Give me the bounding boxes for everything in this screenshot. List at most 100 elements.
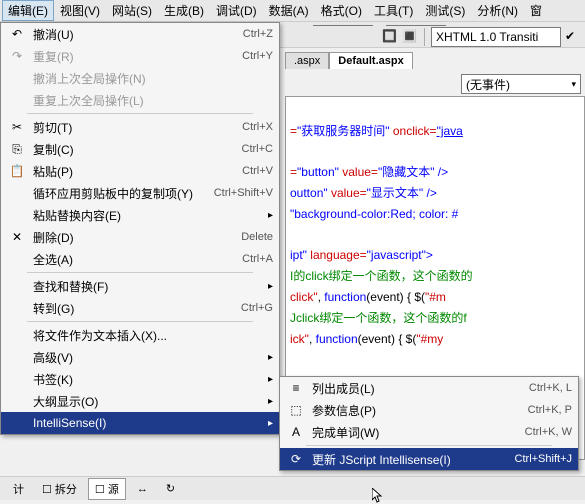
menu-item: ↷ 重复(R) Ctrl+Y (1, 45, 279, 67)
view-tab[interactable]: ☐ 源 (88, 478, 126, 500)
menu-item[interactable]: 书签(K)▸ (1, 368, 279, 390)
intellisense-submenu: ≡ 列出成员(L) Ctrl+K, L ⬚参数信息(P)Ctrl+K, P A 完成单词(… (279, 376, 579, 471)
menu-item[interactable]: 高级(V)▸ (1, 346, 279, 368)
menubar-item[interactable]: 格式(O) (315, 0, 368, 21)
menu-item[interactable]: ⟳ 更新 JScript Intellisense(I) Ctrl+Shift+J (280, 448, 578, 470)
menu-icon: 📋 (7, 163, 27, 179)
menu-item[interactable]: 全选(A) Ctrl+A (1, 248, 279, 270)
tool-icon[interactable]: 🔳 (402, 29, 418, 45)
menubar-item[interactable]: 网站(S) (106, 0, 158, 21)
menu-item[interactable]: ⎘复制(C)Ctrl+C (1, 138, 279, 160)
menu-icon: ⟳ (286, 451, 306, 467)
menu-icon (7, 327, 27, 343)
menu-icon (7, 300, 27, 316)
submenu-arrow-icon: ▸ (268, 396, 273, 407)
menu-icon (7, 415, 27, 431)
event-dropdown[interactable]: (无事件)▾ (461, 74, 581, 94)
menu-icon: ↶ (7, 26, 27, 42)
menu-label: 撤消上次全局操作(N) (33, 70, 273, 87)
menubar-item[interactable]: 测试(S) (419, 0, 471, 21)
menu-label: 书签(K) (33, 371, 268, 388)
menu-item: 撤消上次全局操作(N) (1, 67, 279, 89)
menu-item[interactable]: 将文件作为文本插入(X)... (1, 324, 279, 346)
document-tab[interactable]: .aspx (285, 52, 329, 69)
menu-shortcut: Ctrl+K, L (529, 382, 572, 394)
menu-shortcut: Ctrl+Y (242, 50, 273, 62)
menu-label: 完成单词(W) (312, 424, 515, 441)
menubar-item[interactable]: 工具(T) (368, 0, 419, 21)
menubar-item[interactable]: 编辑(E) (2, 0, 54, 21)
menubar-item[interactable]: 调试(D) (210, 0, 263, 21)
view-tab-icon[interactable]: ↻ (159, 479, 182, 498)
menu-item[interactable]: 大纲显示(O)▸ (1, 390, 279, 412)
tool-icon[interactable]: 🔲 (382, 29, 398, 45)
menu-item[interactable]: ✕ 删除(D) Delete (1, 226, 279, 248)
menu-icon: ↷ (7, 48, 27, 64)
menu-shortcut: Ctrl+K, W (525, 426, 572, 438)
menu-item[interactable]: 查找和替换(F)▸ (1, 275, 279, 297)
menu-icon: A (286, 424, 306, 440)
menu-shortcut: Ctrl+A (242, 253, 273, 265)
menu-item: 重复上次全局操作(L) (1, 89, 279, 111)
view-tab[interactable]: 计 (6, 478, 31, 500)
menu-label: 转到(G) (33, 300, 231, 317)
menu-shortcut: Ctrl+C (242, 143, 273, 155)
edit-menu: ↶撤消(U)Ctrl+Z ↷ 重复(R) Ctrl+Y 撤消上次全局操作(N) 重复上次全… (0, 22, 280, 435)
menubar: 编辑(E)视图(V)网站(S)生成(B)调试(D)数据(A)格式(O)工具(T)… (0, 0, 585, 22)
menu-label: 更新 JScript Intellisense(I) (312, 451, 505, 468)
menu-icon: ✕ (7, 229, 27, 245)
view-tab-icon[interactable]: ↔ (130, 480, 155, 498)
menu-icon (7, 207, 27, 223)
doctype-dropdown[interactable]: XHTML 1.0 Transiti (431, 27, 561, 47)
menu-item[interactable]: ✂剪切(T)Ctrl+X (1, 116, 279, 138)
menu-icon (7, 185, 27, 201)
menu-label: 粘贴替换内容(E) (33, 207, 268, 224)
view-tabs: 计☐ 拆分☐ 源↔↻ (0, 476, 585, 500)
menu-item[interactable]: 粘贴替换内容(E)▸ (1, 204, 279, 226)
menu-label: IntelliSense(I) (33, 416, 268, 430)
menu-label: 重复(R) (33, 48, 232, 65)
menu-shortcut: Ctrl+G (241, 302, 273, 314)
menubar-item[interactable]: 生成(B) (158, 0, 210, 21)
menu-item[interactable]: ↶撤消(U)Ctrl+Z (1, 23, 279, 45)
menu-shortcut: Ctrl+X (242, 121, 273, 133)
submenu-arrow-icon: ▸ (268, 374, 273, 385)
menu-icon: ≡ (286, 380, 306, 396)
menu-label: 全选(A) (33, 251, 232, 268)
menu-separator (27, 321, 253, 322)
menu-item[interactable]: 📋粘贴(P)Ctrl+V (1, 160, 279, 182)
menu-label: 复制(C) (33, 141, 232, 158)
menu-icon: ✂ (7, 119, 27, 135)
menu-shortcut: Ctrl+Shift+V (214, 187, 273, 199)
menu-shortcut: Ctrl+Shift+J (515, 453, 572, 465)
menu-label: 删除(D) (33, 229, 231, 246)
menu-shortcut: Ctrl+Z (243, 28, 273, 40)
menubar-item[interactable]: 数据(A) (263, 0, 315, 21)
menu-shortcut: Ctrl+K, P (528, 404, 572, 416)
menubar-item[interactable]: 视图(V) (54, 0, 106, 21)
menubar-item[interactable]: 分析(N) (471, 0, 524, 21)
menu-label: 重复上次全局操作(L) (33, 92, 273, 109)
menu-shortcut: Delete (241, 231, 273, 243)
menu-icon (7, 251, 27, 267)
menu-label: 列出成员(L) (312, 380, 519, 397)
menu-label: 将文件作为文本插入(X)... (33, 327, 273, 344)
menu-icon (7, 70, 27, 86)
menu-item[interactable]: ≡ 列出成员(L) Ctrl+K, L (280, 377, 578, 399)
menu-item[interactable]: A 完成单词(W) Ctrl+K, W (280, 421, 578, 443)
menu-item[interactable]: ⬚参数信息(P)Ctrl+K, P (280, 399, 578, 421)
menu-item[interactable]: 循环应用剪贴板中的复制项(Y)Ctrl+Shift+V (1, 182, 279, 204)
menu-icon: ⬚ (286, 402, 306, 418)
view-tab[interactable]: ☐ 拆分 (35, 478, 84, 500)
menubar-item[interactable]: 窗 (524, 0, 548, 21)
validate-icon[interactable]: ✔ (565, 29, 581, 45)
submenu-arrow-icon: ▸ (268, 281, 273, 292)
document-tab[interactable]: Default.aspx (329, 52, 412, 69)
document-tabs: .aspxDefault.aspx (285, 52, 413, 69)
menu-item[interactable]: IntelliSense(I)▸ (1, 412, 279, 434)
menu-item[interactable]: 转到(G) Ctrl+G (1, 297, 279, 319)
menu-shortcut: Ctrl+V (242, 165, 273, 177)
menu-icon (7, 349, 27, 365)
submenu-arrow-icon: ▸ (268, 210, 273, 221)
submenu-arrow-icon: ▸ (268, 352, 273, 363)
